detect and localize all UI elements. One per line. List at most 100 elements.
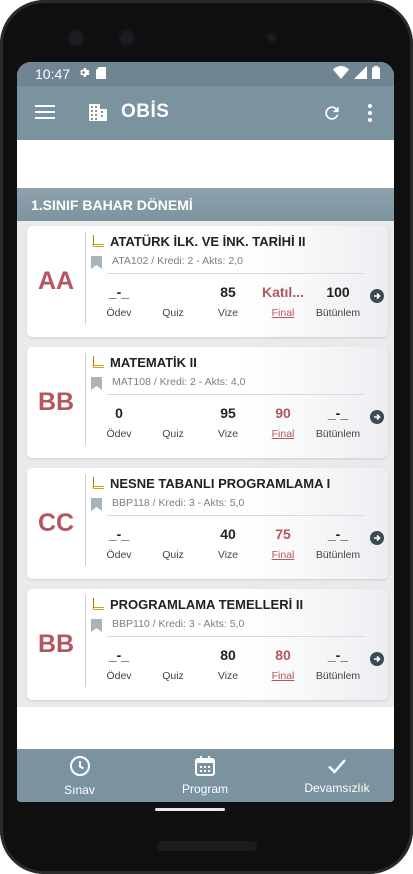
camera-lens <box>66 28 86 48</box>
arrow-right-circle-icon[interactable] <box>370 410 384 429</box>
home-indicator[interactable] <box>155 808 225 811</box>
letter-grade: CC <box>37 509 75 537</box>
odev-score: _-_ <box>108 284 130 300</box>
divider <box>107 394 364 395</box>
course-name: NESNE TABANLI PROGRAMLAMA I <box>110 476 331 491</box>
final-label[interactable]: Final <box>255 549 311 561</box>
arrow-right-circle-icon[interactable] <box>370 652 384 671</box>
arrow-right-circle-icon[interactable] <box>370 289 384 308</box>
nav-program-label: Program <box>181 781 228 796</box>
divider <box>85 474 86 566</box>
wifi-icon <box>333 66 349 82</box>
course-meta: BBP118 / Kredi: 3 - Akts: 5,0 <box>112 497 245 509</box>
bookmark-icon <box>91 619 102 637</box>
bookmark-icon <box>91 256 102 274</box>
butunleme-score: _-_ <box>327 526 349 542</box>
butunleme-label: Bütünlem <box>315 307 361 319</box>
butunleme-score: _-_ <box>327 647 349 663</box>
course-meta: ATA102 / Kredi: 2 - Akts: 2,0 <box>112 255 243 267</box>
course-meta: BBP110 / Kredi: 3 - Akts: 5,0 <box>112 618 245 630</box>
bottom-nav: Sınav Program Devamsızlık <box>17 749 394 802</box>
final-label[interactable]: Final <box>255 428 311 440</box>
butunleme-score: _-_ <box>327 405 349 421</box>
section-title: 1.SINIF BAHAR DÖNEMİ <box>31 196 193 213</box>
odev-score: _-_ <box>108 647 130 663</box>
divider <box>85 232 86 324</box>
spacer <box>17 140 394 188</box>
course-list: AA ATATÜRK İLK. VE İNK. TARİHİ II ATA102… <box>17 221 394 707</box>
odev-label: Ödev <box>106 428 132 440</box>
settings-icon <box>77 66 90 82</box>
phone-frame: 10:47 OBİS 1.SINIF BAHAR DÖNEMİ AA ATATÜ… <box>0 0 413 874</box>
vize-score: 40 <box>220 526 236 542</box>
final-label[interactable]: Final <box>255 670 311 682</box>
book-icon <box>91 597 104 615</box>
divider <box>107 515 364 516</box>
menu-icon[interactable] <box>35 103 55 126</box>
butunleme-label: Bütünlem <box>315 428 361 440</box>
arrow-right-circle-icon[interactable] <box>370 531 384 550</box>
status-bar: 10:47 <box>17 62 394 86</box>
clock-icon <box>69 755 91 780</box>
app-bar: OBİS <box>17 86 394 140</box>
odev-score: 0 <box>115 405 123 421</box>
odev-label: Ödev <box>106 307 132 319</box>
nav-program[interactable]: Program <box>172 749 238 802</box>
divider <box>107 273 364 274</box>
course-card[interactable]: BB MATEMATİK II MAT108 / Kredi: 2 - Akts… <box>27 347 388 458</box>
course-card[interactable]: CC NESNE TABANLI PROGRAMLAMA I BBP118 / … <box>27 468 388 579</box>
letter-grade: BB <box>37 388 75 416</box>
quiz-label: Quiz <box>162 549 184 561</box>
nav-devamsizlik-label: Devamsızlık <box>304 780 370 795</box>
book-icon <box>91 234 104 252</box>
screen: 10:47 OBİS 1.SINIF BAHAR DÖNEMİ AA ATATÜ… <box>17 62 394 802</box>
course-card[interactable]: AA ATATÜRK İLK. VE İNK. TARİHİ II ATA102… <box>27 226 388 337</box>
butunleme-label: Bütünlem <box>315 670 361 682</box>
calendar-icon <box>195 755 215 779</box>
vize-label: Vize <box>217 549 239 561</box>
vize-score: 95 <box>220 405 236 421</box>
course-name: ATATÜRK İLK. VE İNK. TARİHİ II <box>110 234 306 249</box>
final-score: Katıl... <box>261 284 304 300</box>
vize-label: Vize <box>217 670 239 682</box>
camera-lens <box>117 28 137 48</box>
building-icon <box>88 102 108 127</box>
app-title: OBİS <box>121 101 170 122</box>
more-vert-icon[interactable] <box>367 103 373 128</box>
final-label[interactable]: Final <box>255 307 311 319</box>
letter-grade: BB <box>37 630 75 658</box>
odev-label: Ödev <box>106 670 132 682</box>
letter-grade: AA <box>37 267 75 295</box>
course-name: PROGRAMLAMA TEMELLERİ II <box>110 597 304 612</box>
butunleme-score: 100 <box>326 284 350 300</box>
sim-icon <box>96 66 107 82</box>
butunleme-label: Bütünlem <box>315 549 361 561</box>
bookmark-icon <box>91 377 102 395</box>
battery-icon <box>372 66 380 82</box>
quiz-label: Quiz <box>162 428 184 440</box>
course-card[interactable]: BB PROGRAMLAMA TEMELLERİ II BBP110 / Kre… <box>27 589 388 700</box>
nav-sinav-label: Sınav <box>64 782 95 797</box>
final-score: 90 <box>275 405 291 421</box>
vize-score: 85 <box>220 284 236 300</box>
odev-label: Ödev <box>106 549 132 561</box>
sensor <box>265 31 278 44</box>
final-score: 75 <box>275 526 291 542</box>
status-time: 10:47 <box>35 66 71 82</box>
book-icon <box>91 355 104 373</box>
final-score: 80 <box>275 647 291 663</box>
refresh-icon[interactable] <box>322 103 342 128</box>
divider <box>85 595 86 687</box>
divider <box>107 636 364 637</box>
quiz-label: Quiz <box>162 307 184 319</box>
nav-devamsizlik[interactable]: Devamsızlık <box>292 749 382 802</box>
course-meta: MAT108 / Kredi: 2 - Akts: 4,0 <box>112 376 246 388</box>
nav-sinav[interactable]: Sınav <box>47 749 112 802</box>
vize-label: Vize <box>217 307 239 319</box>
quiz-label: Quiz <box>162 670 184 682</box>
vize-score: 80 <box>220 647 236 663</box>
speaker-grille <box>157 841 257 851</box>
odev-score: _-_ <box>108 526 130 542</box>
divider <box>85 353 86 445</box>
section-header: 1.SINIF BAHAR DÖNEMİ <box>17 188 394 221</box>
